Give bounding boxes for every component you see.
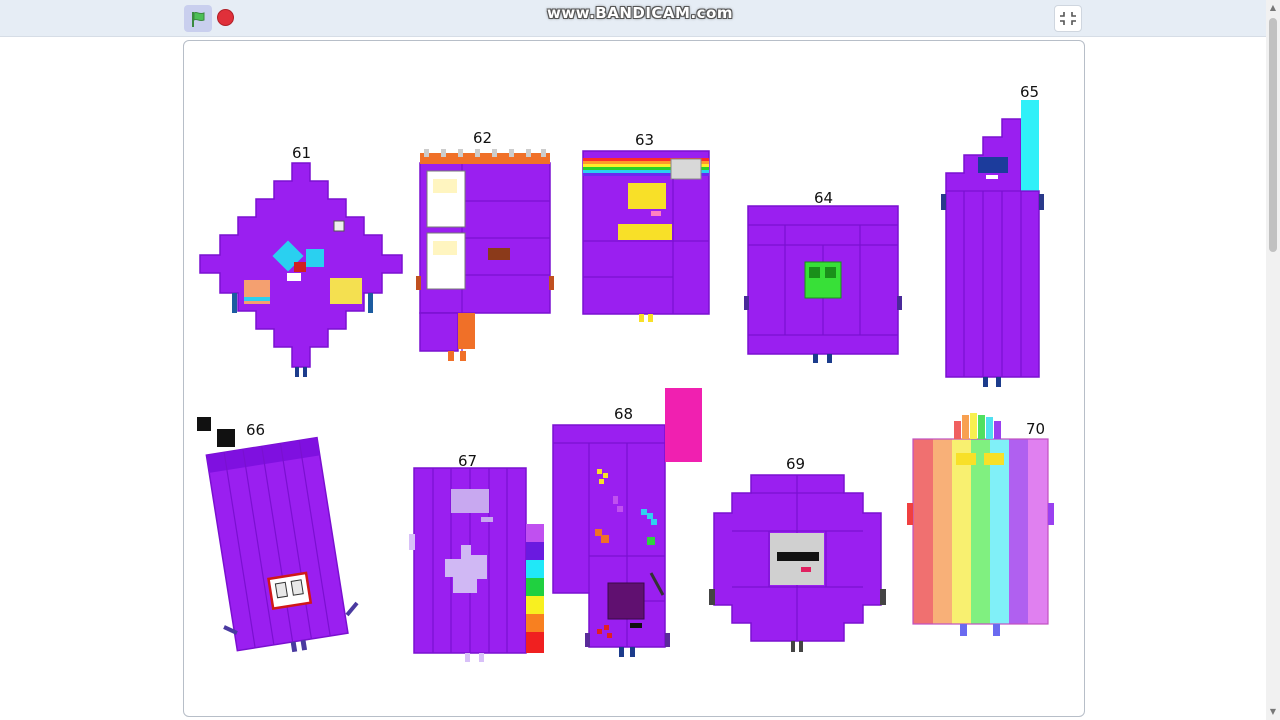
character-70: 70: [907, 413, 1054, 636]
character-65: 65: [941, 83, 1044, 387]
character-69: 69: [709, 455, 886, 652]
exit-fullscreen-icon: [1060, 12, 1076, 25]
green-flag-button[interactable]: [184, 5, 212, 32]
character-66: 66: [197, 417, 359, 653]
scroll-down-arrow-icon[interactable]: ▼: [1266, 707, 1280, 717]
stop-sign-icon[interactable]: [217, 9, 234, 26]
page-scrollbar[interactable]: ▲ ▼: [1266, 0, 1280, 720]
character-label-69: 69: [786, 455, 805, 473]
exit-fullscreen-button[interactable]: [1054, 5, 1082, 32]
scroll-up-arrow-icon[interactable]: ▲: [1266, 3, 1280, 13]
character-label-64: 64: [814, 189, 833, 207]
character-63: 63: [582, 131, 710, 322]
green-flag-icon: [192, 11, 205, 27]
character-67: 67: [409, 452, 544, 662]
character-label-67: 67: [458, 452, 477, 470]
stage-canvas: .b { fill: #9a1ff0; stroke: #7a10d0; str…: [197, 83, 1054, 662]
character-61: 61: [199, 144, 403, 377]
player-toolbar: www.BANDICAM.com: [0, 0, 1280, 37]
character-label-65: 65: [1020, 83, 1039, 101]
character-label-61: 61: [292, 144, 311, 162]
character-label-66: 66: [246, 421, 265, 439]
watermark-text: www.BANDICAM.com: [546, 4, 733, 22]
character-label-68: 68: [614, 405, 633, 423]
project-stage[interactable]: .b { fill: #9a1ff0; stroke: #7a10d0; str…: [183, 40, 1085, 717]
character-62: 62: [416, 129, 554, 361]
character-68: 68: [552, 388, 702, 657]
character-label-70: 70: [1026, 420, 1045, 438]
character-label-62: 62: [473, 129, 492, 147]
character-64: 64: [744, 189, 902, 363]
character-label-63: 63: [635, 131, 654, 149]
scrollbar-thumb[interactable]: [1269, 18, 1277, 252]
